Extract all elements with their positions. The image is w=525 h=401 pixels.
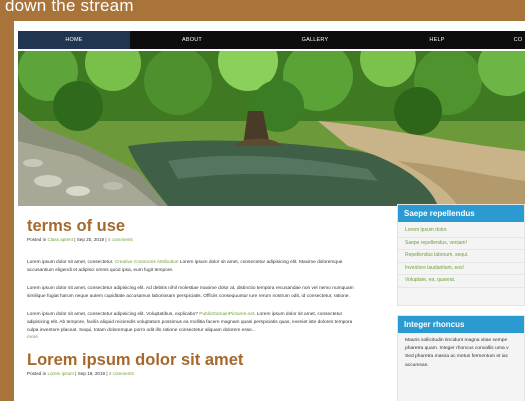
post-paragraph: Lorem ipsum dolor sit amet, consectetur … xyxy=(27,311,357,341)
post: terms of use Posted in Class aptent | Se… xyxy=(27,217,357,342)
site-title[interactable]: down the stream xyxy=(5,0,134,16)
public-domain-pictures-link[interactable]: PublicDomainPictures.net xyxy=(199,312,254,317)
widget-link[interactable]: Voluptate, ea, quaerat. xyxy=(398,275,524,288)
sidebar-widget-integer: Integer rhoncus Mauris sollicitudin tinc… xyxy=(397,315,525,401)
read-more-link[interactable]: more xyxy=(27,335,38,340)
page-container: HOME ABOUT GALLERY HELP CO terms of use … xyxy=(14,21,525,401)
widget-title: Saepe repellendus xyxy=(398,205,524,222)
post-meta-prefix: Posted in xyxy=(27,237,47,242)
widget-title: Integer rhoncus xyxy=(398,316,524,333)
post-meta: Posted in Lorem ipsum | Sep 19, 2019 | 2… xyxy=(27,371,357,376)
widget-text-line: Mauris sollicitudin tincidunt magna vita… xyxy=(405,338,508,343)
paragraph-text: Lorem ipsum dolor sit amet, consectetur. xyxy=(27,260,114,265)
widget-text-line: pharetra quam. Integer rhoncus convallis… xyxy=(405,346,509,352)
post-comments-link[interactable]: 4 comments xyxy=(108,237,133,242)
nav-item-gallery[interactable]: GALLERY xyxy=(254,31,376,49)
post-title[interactable]: Lorem ipsum dolor sit amet xyxy=(27,351,357,369)
post-date: | Sep 20, 2019 | xyxy=(74,237,107,242)
post-meta-prefix: Posted in xyxy=(27,370,47,376)
main-content: terms of use Posted in Class aptent | Se… xyxy=(27,217,357,376)
nav-item-contact[interactable]: CO xyxy=(498,31,525,49)
post-comments-link[interactable]: 2 comments xyxy=(109,371,134,376)
widget-link-list: Lorem ipsum dolor. Saepe repellendus, ve… xyxy=(398,222,524,288)
widget-link[interactable]: Lorem ipsum dolor. xyxy=(398,225,524,238)
nav-item-help[interactable]: HELP xyxy=(376,31,498,49)
widget-link[interactable]: Saepe repellendus, veniam! xyxy=(398,238,524,251)
post-category-link[interactable]: Lorem ipsum xyxy=(47,371,74,376)
widget-text: Mauris sollicitudin tincidunt magna vita… xyxy=(398,333,524,370)
creative-commons-link[interactable]: Creative Commons Attribution xyxy=(115,260,179,265)
hero-image xyxy=(18,51,525,206)
post-category-link[interactable]: Class aptent xyxy=(47,237,73,242)
widget-link[interactable]: Repellendus laborum, sequi. xyxy=(398,250,524,263)
post-paragraph: Lorem ipsum dolor sit amet, consectetur … xyxy=(27,286,354,299)
nav-item-home[interactable]: HOME xyxy=(18,31,130,49)
main-nav: HOME ABOUT GALLERY HELP CO xyxy=(18,31,525,49)
sidebar-widget-saepe: Saepe repellendus Lorem ipsum dolor. Sae… xyxy=(397,204,525,306)
post-meta: Posted in Class aptent | Sep 20, 2019 | … xyxy=(27,237,357,242)
post: Lorem ipsum dolor sit amet Posted in Lor… xyxy=(27,351,357,376)
post-title[interactable]: terms of use xyxy=(27,217,357,235)
post-paragraph: Lorem ipsum dolor sit amet, consectetur.… xyxy=(27,259,357,274)
post-date: | Sep 19, 2019 | xyxy=(75,370,108,376)
widget-text-line: Sed pharetra massa ac metus fermentum et… xyxy=(405,354,509,360)
nav-item-about[interactable]: ABOUT xyxy=(130,31,254,49)
widget-link[interactable]: Inventore laudantium, eos! xyxy=(398,263,524,276)
paragraph-text: Lorem ipsum dolor sit amet, consectetur … xyxy=(27,312,198,318)
widget-text-line: accumsan. xyxy=(405,362,429,368)
